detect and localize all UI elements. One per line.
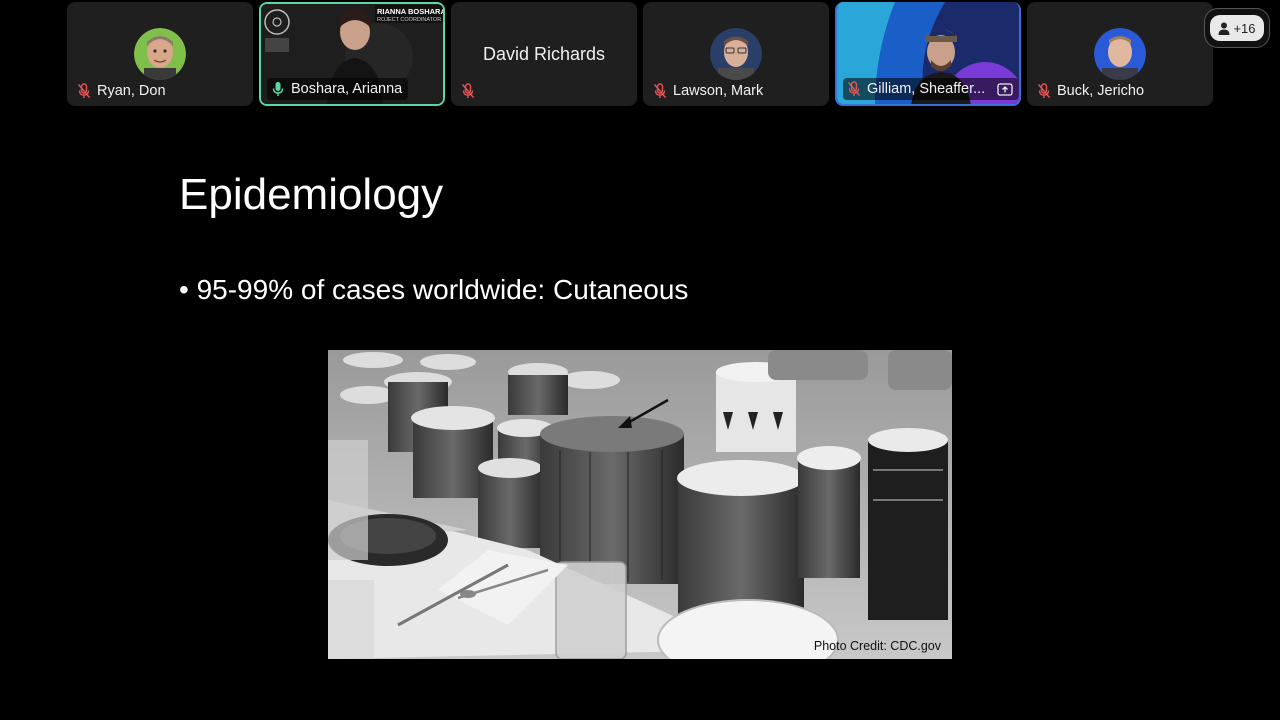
participant-tile-buck-jericho[interactable]: Buck, Jericho [1027, 2, 1213, 106]
participant-name-plate: Gilliam, Sheaffer... [843, 78, 1019, 100]
speaker-banner: RIANNA BOSHARA ROJECT COORDINATOR [377, 7, 445, 25]
slide-bullet: • 95-99% of cases worldwide: Cutaneous [179, 274, 689, 305]
more-participants-button[interactable]: +16 [1204, 8, 1270, 48]
screen-share-icon [997, 82, 1013, 96]
mic-muted-icon [653, 83, 667, 98]
participant-tile-lawson-mark[interactable]: Lawson, Mark [643, 2, 829, 106]
participant-tile-ryan-don[interactable]: Ryan, Don [67, 2, 253, 106]
person-icon [1218, 22, 1230, 35]
participant-tile-boshara-arianna[interactable]: RIANNA BOSHARA ROJECT COORDINATOR Boshar… [259, 2, 445, 106]
people-count-pill: +16 [1210, 15, 1264, 41]
participant-tile-gilliam-sheaffer[interactable]: Gilliam, Sheaffer... [835, 2, 1021, 106]
mic-muted-icon [847, 81, 861, 96]
people-count: +16 [1233, 20, 1256, 36]
avatar [710, 28, 762, 80]
participant-name-plate [457, 80, 481, 102]
mic-muted-icon [461, 83, 475, 98]
participant-name: Buck, Jericho [1057, 83, 1145, 99]
photo-credit: Photo Credit: CDC.gov [813, 639, 941, 653]
mic-muted-icon [77, 83, 91, 98]
participant-name-plate: Lawson, Mark [649, 80, 769, 102]
participant-display-name: David Richards [482, 44, 606, 64]
mic-muted-icon [1037, 83, 1051, 98]
slide-photo: Photo Credit: CDC.gov [328, 350, 952, 659]
speaker-banner-name: RIANNA BOSHARA [377, 7, 445, 16]
slide-title: Epidemiology [179, 170, 444, 219]
speaker-banner-role: ROJECT COORDINATOR [377, 17, 442, 23]
participant-name: Lawson, Mark [673, 83, 764, 99]
meeting-stage: Ryan, Don RIANNA BOSHARA ROJECT COORDINA… [0, 0, 1280, 720]
avatar [1094, 28, 1146, 80]
participant-tile-david-richards[interactable]: David Richards [451, 2, 637, 106]
mic-icon [272, 82, 284, 96]
drums-photo [328, 350, 952, 659]
participant-name: Gilliam, Sheaffer... [867, 81, 986, 97]
participant-name-plate: Ryan, Don [73, 80, 172, 102]
participant-name: Ryan, Don [97, 83, 166, 99]
participant-name-plate: Boshara, Arianna [267, 78, 409, 100]
participant-name: Boshara, Arianna [291, 81, 403, 97]
participant-name-plate: Buck, Jericho [1033, 80, 1150, 102]
avatar [134, 28, 186, 80]
